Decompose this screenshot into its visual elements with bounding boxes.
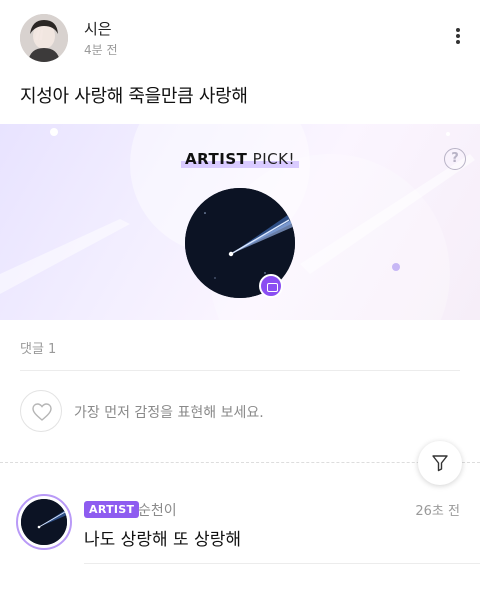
divider — [84, 563, 480, 564]
filter-icon — [432, 455, 448, 472]
more-vertical-icon — [456, 28, 460, 32]
filter-button[interactable] — [418, 441, 462, 485]
author-avatar[interactable] — [20, 14, 68, 62]
artist-pick-banner: ARTIST PICK! ? — [0, 124, 480, 320]
heart-icon — [32, 403, 52, 421]
message-badge-icon — [259, 274, 283, 298]
post-body-text: 지성아 사랑해 죽을만큼 사랑해 — [20, 86, 248, 107]
reaction-button[interactable] — [20, 390, 62, 432]
artist-pick-title: ARTIST PICK! — [0, 150, 480, 168]
author-name[interactable]: 시은 — [84, 18, 112, 39]
post-header: 시은 4분 전 — [0, 0, 480, 70]
more-options-button[interactable] — [450, 26, 466, 50]
divider — [20, 370, 460, 371]
help-icon[interactable]: ? — [444, 148, 466, 170]
section-divider — [0, 462, 480, 463]
post-timestamp: 4분 전 — [84, 43, 118, 57]
artist-pick-bold: ARTIST — [185, 150, 248, 168]
comment-text: 나도 상랑해 또 상랑해 — [84, 530, 241, 550]
artist-pick-rest: PICK! — [247, 150, 295, 168]
comment-author-name[interactable]: 순천이 — [138, 500, 177, 520]
comment-count: 댓글 1 — [20, 342, 57, 357]
reaction-prompt: 가장 먼저 감정을 표현해 보세요. — [74, 405, 264, 421]
artist-badge: ARTIST — [84, 501, 140, 518]
comment-author-avatar[interactable] — [16, 494, 72, 550]
comment-timestamp: 26초 전 — [415, 504, 460, 519]
